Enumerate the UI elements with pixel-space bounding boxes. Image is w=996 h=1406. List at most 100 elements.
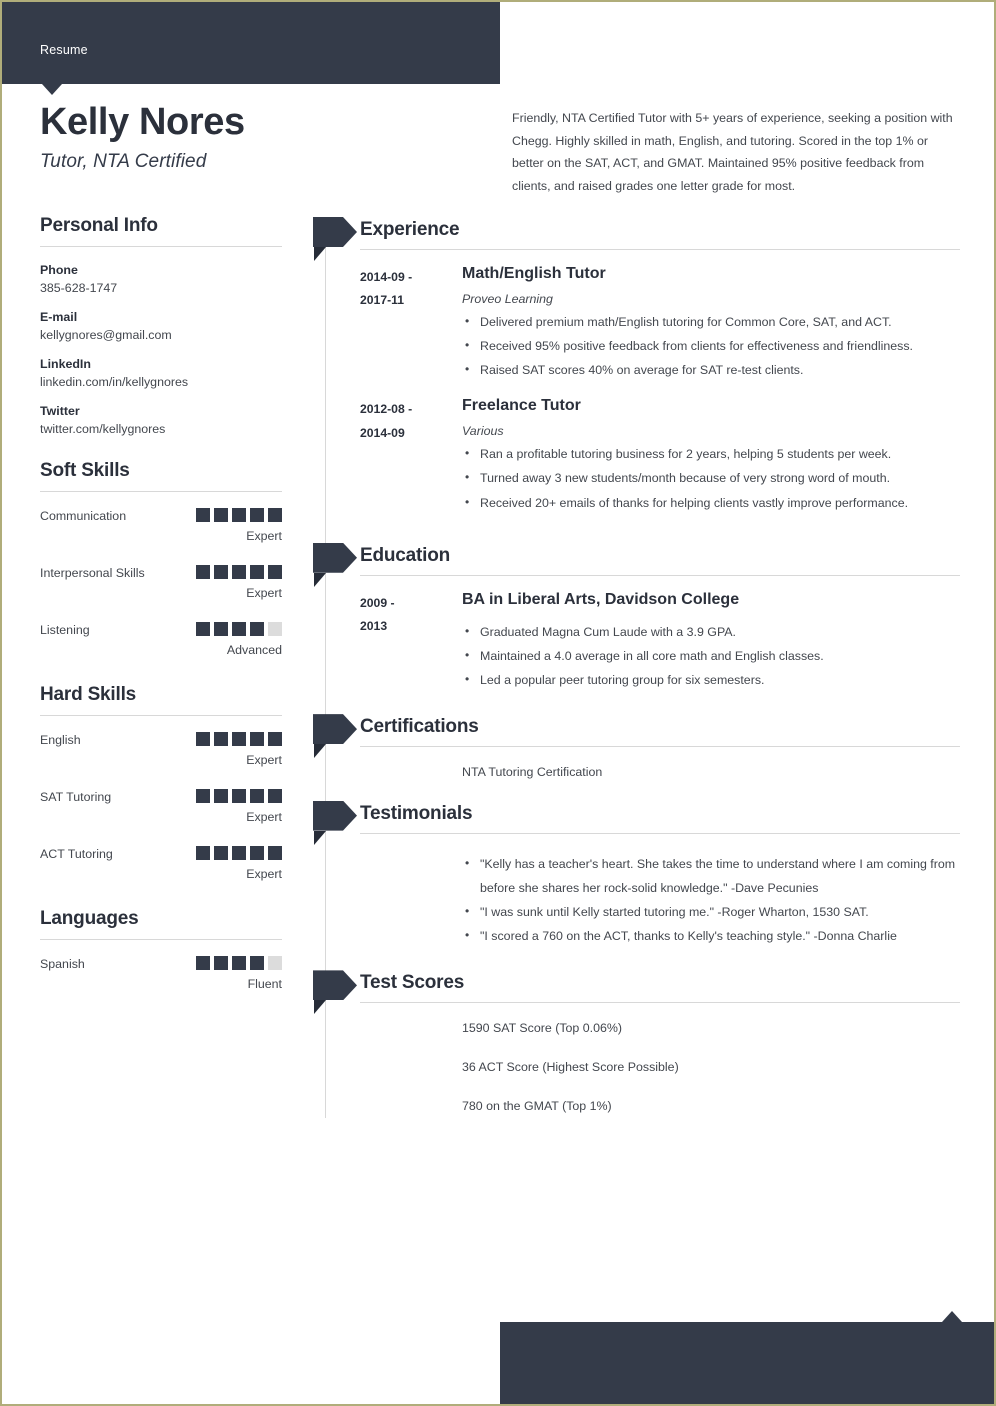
section-header: Certifications: [313, 712, 960, 759]
footer-notch-icon: [942, 1311, 962, 1322]
entry-title: Freelance Tutor: [462, 397, 581, 415]
sidebar-heading-hard-skills: Hard Skills: [40, 684, 137, 705]
entry-date: 2009 - 2013: [360, 590, 462, 692]
rating-square: [214, 508, 228, 522]
rating-square: [250, 732, 264, 746]
skill-level: Expert: [246, 529, 282, 543]
list-item: Graduated Magna Cum Laude with a 3.9 GPA…: [465, 620, 960, 644]
skill-name: Listening: [40, 623, 90, 637]
contact-item-linkedin: LinkedIn linkedin.com/in/kellygnores: [40, 357, 282, 389]
skill-name: English: [40, 733, 81, 747]
skill-level: Advanced: [226, 643, 282, 657]
divider: [40, 246, 282, 247]
ribbon-marker-icon: [313, 714, 357, 759]
divider: [40, 939, 282, 940]
sidebar-heading-soft-skills: Soft Skills: [40, 460, 130, 481]
skill-row: Listening Advanced: [40, 622, 282, 660]
skill-rating: [196, 622, 282, 636]
list-item: Received 20+ emails of thanks for helpin…: [465, 491, 960, 515]
rating-square: [250, 508, 264, 522]
experience-entry: 2012-08 - 2014-09 Freelance Tutor Variou…: [313, 396, 960, 514]
skill-rating: [196, 732, 282, 746]
rating-square: [250, 789, 264, 803]
list-item: Turned away 3 new students/month because…: [465, 466, 960, 490]
divider: [40, 715, 282, 716]
skill-level: Expert: [246, 753, 282, 767]
section-experience: Experience 2014-09 - 2017-11 Math/Englis…: [313, 215, 960, 515]
rating-square: [196, 846, 210, 860]
education-entry: 2009 - 2013 BA in Liberal Arts, Davidson…: [313, 590, 960, 692]
contact-item-twitter: Twitter twitter.com/kellygnores: [40, 404, 282, 436]
section-certifications: Certifications NTA Tutoring Certificatio…: [313, 712, 960, 785]
job-title: Tutor, NTA Certified: [40, 151, 207, 173]
list-item: "Kelly has a teacher's heart. She takes …: [465, 852, 960, 900]
list-item: Led a popular peer tutoring group for si…: [465, 668, 960, 692]
list-item: 36 ACT Score (Highest Score Possible): [462, 1059, 679, 1074]
skill-name: ACT Tutoring: [40, 847, 113, 861]
rating-square: [268, 956, 282, 970]
divider: [360, 249, 960, 250]
section-title: Education: [360, 544, 451, 566]
skill-rating: [196, 956, 282, 970]
list-item: "I scored a 760 on the ACT, thanks to Ke…: [465, 924, 960, 948]
resume-page: Resume Kelly Nores Tutor, NTA Certified …: [0, 0, 996, 1406]
list-item: "I was sunk until Kelly started tutoring…: [465, 900, 960, 924]
skill-name: Communication: [40, 509, 127, 523]
skill-row: English Expert: [40, 732, 282, 770]
entry-date-end: 2014-09: [360, 425, 405, 440]
skill-level: Expert: [246, 810, 282, 824]
rating-square: [232, 622, 246, 636]
entry-date-end: 2013: [360, 618, 388, 633]
bullet-list: Graduated Magna Cum Laude with a 3.9 GPA…: [462, 620, 960, 693]
list-item: Maintained a 4.0 average in all core mat…: [465, 644, 960, 668]
footer-bar: [500, 1322, 994, 1404]
section-header: Testimonials: [313, 799, 960, 845]
rating-square: [268, 789, 282, 803]
skill-rating: [196, 508, 282, 522]
test-scores-list: 1590 SAT Score (Top 0.06%) 36 ACT Score …: [313, 1017, 960, 1118]
rating-square: [268, 622, 282, 636]
section-header: Test Scores: [313, 968, 960, 1015]
skill-name: Interpersonal Skills: [40, 566, 145, 580]
entry-body: BA in Liberal Arts, Davidson College Gra…: [462, 590, 960, 692]
rating-square: [232, 956, 246, 970]
experience-entry: 2014-09 - 2017-11 Math/English Tutor Pro…: [313, 264, 960, 382]
rating-square: [196, 508, 210, 522]
bullet-list: Ran a profitable tutoring business for 2…: [462, 442, 960, 515]
main-content: Experience 2014-09 - 2017-11 Math/Englis…: [313, 215, 960, 1119]
entry-date-start: 2012-08 -: [360, 402, 413, 417]
contact-value: twitter.com/kellygnores: [40, 422, 166, 436]
list-item: NTA Tutoring Certification: [462, 765, 603, 780]
section-title: Test Scores: [360, 972, 465, 994]
rating-square: [232, 565, 246, 579]
list-item: Ran a profitable tutoring business for 2…: [465, 442, 960, 466]
rating-square: [196, 622, 210, 636]
skill-row: Interpersonal Skills Expert: [40, 565, 282, 603]
rating-square: [214, 565, 228, 579]
skill-rating: [196, 789, 282, 803]
skill-row: SAT Tutoring Expert: [40, 789, 282, 827]
contact-label: E-mail: [40, 310, 78, 324]
contact-label: Twitter: [40, 404, 80, 418]
contact-label: Phone: [40, 263, 78, 277]
sidebar: Personal Info Phone 385-628-1747 E-mail …: [40, 215, 282, 1013]
rating-square: [268, 565, 282, 579]
list-item: Received 95% positive feedback from clie…: [465, 334, 960, 358]
ribbon-marker-icon: [313, 970, 357, 1015]
section-header: Education: [313, 541, 960, 587]
page-title: Kelly Nores: [40, 101, 245, 143]
divider: [360, 746, 960, 748]
header-notch-icon: [42, 84, 62, 95]
ribbon-marker-icon: [313, 800, 357, 845]
ribbon-marker-icon: [313, 542, 357, 587]
rating-square: [250, 956, 264, 970]
sidebar-heading-languages: Languages: [40, 908, 139, 929]
bullet-list: Delivered premium math/English tutoring …: [462, 310, 960, 383]
rating-square: [214, 789, 228, 803]
name-block: Kelly Nores Tutor, NTA Certified: [40, 101, 470, 173]
rating-square: [232, 789, 246, 803]
entry-org: Various: [462, 424, 504, 439]
entry-date-start: 2014-09 -: [360, 270, 413, 284]
